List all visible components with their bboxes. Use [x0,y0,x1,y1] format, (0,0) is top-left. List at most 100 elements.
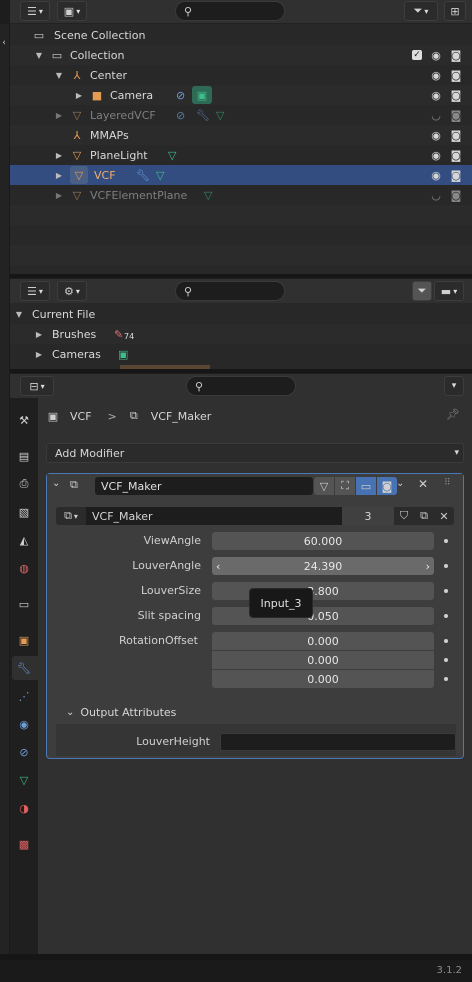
duplicate-icon[interactable]: ⧉ [414,507,434,525]
properties-options-dropdown[interactable]: ▾ [444,376,464,396]
modifier-name-field[interactable]: VCF_Maker [95,477,313,495]
expand-triangle-icon[interactable]: ▶ [54,111,64,120]
outliner-row-center[interactable]: ▼ ⅄ Center ◉ ◙ [10,65,472,85]
close-icon[interactable]: ✕ [418,477,428,491]
current-file-row[interactable]: ▼ Current File [10,304,472,324]
add-modifier-dropdown[interactable]: Add Modifier ▾ [46,443,464,463]
tab-physics[interactable]: ◉ [14,714,34,734]
node-group-browse-dropdown[interactable]: ⧉ ▾ [56,507,86,525]
eye-icon[interactable]: ◉ [430,149,442,162]
camera-disabled-icon[interactable]: ◙ [450,109,462,122]
area-divider[interactable] [10,274,472,278]
pin-icon[interactable]: 📌︎ [446,408,460,421]
tab-modifiers[interactable]: 🔧︎ [14,658,34,678]
tab-output[interactable]: ⎙ [14,474,34,494]
keyframe-dot-icon[interactable] [444,639,448,643]
display-mode-dropdown[interactable]: ▣ ▾ [57,1,87,21]
modifier-options-dropdown[interactable]: ⌄ [396,478,404,489]
expand-triangle-icon[interactable]: ▶ [74,91,84,100]
expand-triangle-icon[interactable]: ▼ [34,51,44,60]
filter-toggle[interactable]: ⏷ [412,281,432,301]
expand-triangle-icon[interactable]: ▶ [54,191,64,200]
edit-mode-icon[interactable]: ⛶ [335,477,355,495]
cameras-row[interactable]: ▶ Cameras ▣ [10,344,472,364]
edit-mode-cage-icon[interactable]: ▽ [314,477,334,495]
keyframe-dot-icon[interactable] [444,677,448,681]
tab-tool[interactable]: ⚒ [14,410,34,430]
unlink-close-icon[interactable]: ✕ [434,507,454,525]
tab-view-layer[interactable]: ▧ [14,502,34,522]
eye-icon[interactable]: ◉ [430,89,442,102]
slit-spacing-field[interactable]: 0.050 [212,607,434,625]
display-mode-dropdown[interactable]: ⚙ ▾ [57,281,87,301]
expand-triangle-icon[interactable]: ▶ [54,151,64,160]
eye-hidden-icon[interactable]: ◡ [430,189,442,202]
tab-object[interactable]: ▣ [14,630,34,650]
tab-constraints[interactable]: ⊘ [14,742,34,762]
properties-editor-type-dropdown[interactable]: ⊟ ▾ [20,376,54,396]
expand-triangle-icon[interactable]: ▶ [34,330,44,339]
increment-arrow-icon[interactable]: › [426,560,430,573]
tab-world[interactable]: ◍ [14,558,34,578]
outliner-row-planelight[interactable]: ▶ ▽ PlaneLight ▽ ◉ ◙ [10,145,472,165]
node-group-name-field[interactable]: VCF_Maker [86,507,342,525]
louverheight-attribute-field[interactable] [220,733,456,751]
purge-dropdown[interactable]: ▬ ▾ [434,281,464,301]
collapse-arrow-icon[interactable]: ‹ [0,38,8,48]
tab-collection[interactable]: ▭ [14,594,34,614]
tab-scene[interactable]: ◭ [14,530,34,550]
outliner-row-vcfelementplane[interactable]: ▶ ▽ VCFElementPlane ▽ ◡ ◙ [10,185,472,205]
camera-disabled-icon[interactable]: ◙ [450,189,462,202]
outliner-row-vcf[interactable]: ▶ ▽ VCF 🔧︎ ▽ ◉ ◙ [10,165,472,185]
camera-icon[interactable]: ◙ [450,169,462,182]
tab-data[interactable]: ▽ [14,770,34,790]
decrement-arrow-icon[interactable]: ‹ [216,560,220,573]
louverangle-field[interactable]: ‹ 24.390 › [212,557,434,575]
keyframe-dot-icon[interactable] [444,614,448,618]
blend-file-search-input[interactable]: ⚲ [175,281,285,301]
rotationoffset-z-field[interactable]: 0.000 [212,670,434,688]
eye-hidden-icon[interactable]: ◡ [430,109,442,122]
fake-user-shield-icon[interactable]: ⛉ [394,507,414,525]
tab-material[interactable]: ◑ [14,798,34,818]
expand-triangle-icon[interactable]: ▶ [34,350,44,359]
exclude-checkbox[interactable]: ✓ [412,50,422,60]
expand-triangle-icon[interactable]: ▶ [54,171,64,180]
render-toggle-icon[interactable]: ◙ [377,477,397,495]
outliner-row-layeredvcf[interactable]: ▶ ▽ LayeredVCF ⊘ 🔧︎ ▽ ◡ ◙ [10,105,472,125]
keyframe-dot-icon[interactable] [444,589,448,593]
outliner-editor-type-dropdown[interactable]: ☰ ▾ [20,281,50,301]
rotationoffset-x-field[interactable]: 0.000 [212,632,434,650]
tab-particles[interactable]: ⋰ [14,686,34,706]
eye-icon[interactable]: ◉ [430,169,442,182]
collapse-chevron-icon[interactable]: ⌄ [52,478,60,489]
new-collection-button[interactable]: ⊞ [444,1,466,21]
keyframe-dot-icon[interactable] [444,658,448,662]
outliner-row-camera[interactable]: ▶ ■ Camera ⊘ ▣ ◉ ◙ [10,85,472,105]
filter-dropdown[interactable]: ⏷ ▾ [404,1,438,21]
eye-icon[interactable]: ◉ [430,69,442,82]
viewport-display-icon[interactable]: ▭ [356,477,376,495]
node-group-users-count[interactable]: 3 [342,507,394,525]
brushes-row[interactable]: ▶ Brushes ✎ 74 [10,324,472,344]
outliner-row-mmaps[interactable]: ⅄ MMAPs ◉ ◙ [10,125,472,145]
drag-handle-icon[interactable]: ⠿ [444,478,451,488]
camera-icon[interactable]: ◙ [450,49,462,62]
eye-icon[interactable]: ◉ [430,49,442,62]
expand-triangle-icon[interactable]: ▼ [54,71,64,80]
outliner-row-collection[interactable]: ▼ ▭ Collection ✓ ◉ ◙ [10,45,472,65]
eye-icon[interactable]: ◉ [430,129,442,142]
outliner-row-scene-collection[interactable]: ▭ Scene Collection [10,25,472,45]
properties-search-input[interactable]: ⚲ [186,376,296,396]
area-divider[interactable] [10,369,472,373]
tab-texture[interactable]: ▩ [14,834,34,854]
louversize-field[interactable]: 3.800 [212,582,434,600]
output-attributes-header[interactable]: ⌄ Output Attributes [56,701,456,723]
outliner-search-input[interactable]: ⚲ [175,1,285,21]
camera-icon[interactable]: ◙ [450,69,462,82]
camera-icon[interactable]: ◙ [450,149,462,162]
outliner-editor-type-dropdown[interactable]: ☰ ▾ [20,1,50,21]
camera-icon[interactable]: ◙ [450,89,462,102]
rotationoffset-y-field[interactable]: 0.000 [212,651,434,669]
camera-icon[interactable]: ◙ [450,129,462,142]
